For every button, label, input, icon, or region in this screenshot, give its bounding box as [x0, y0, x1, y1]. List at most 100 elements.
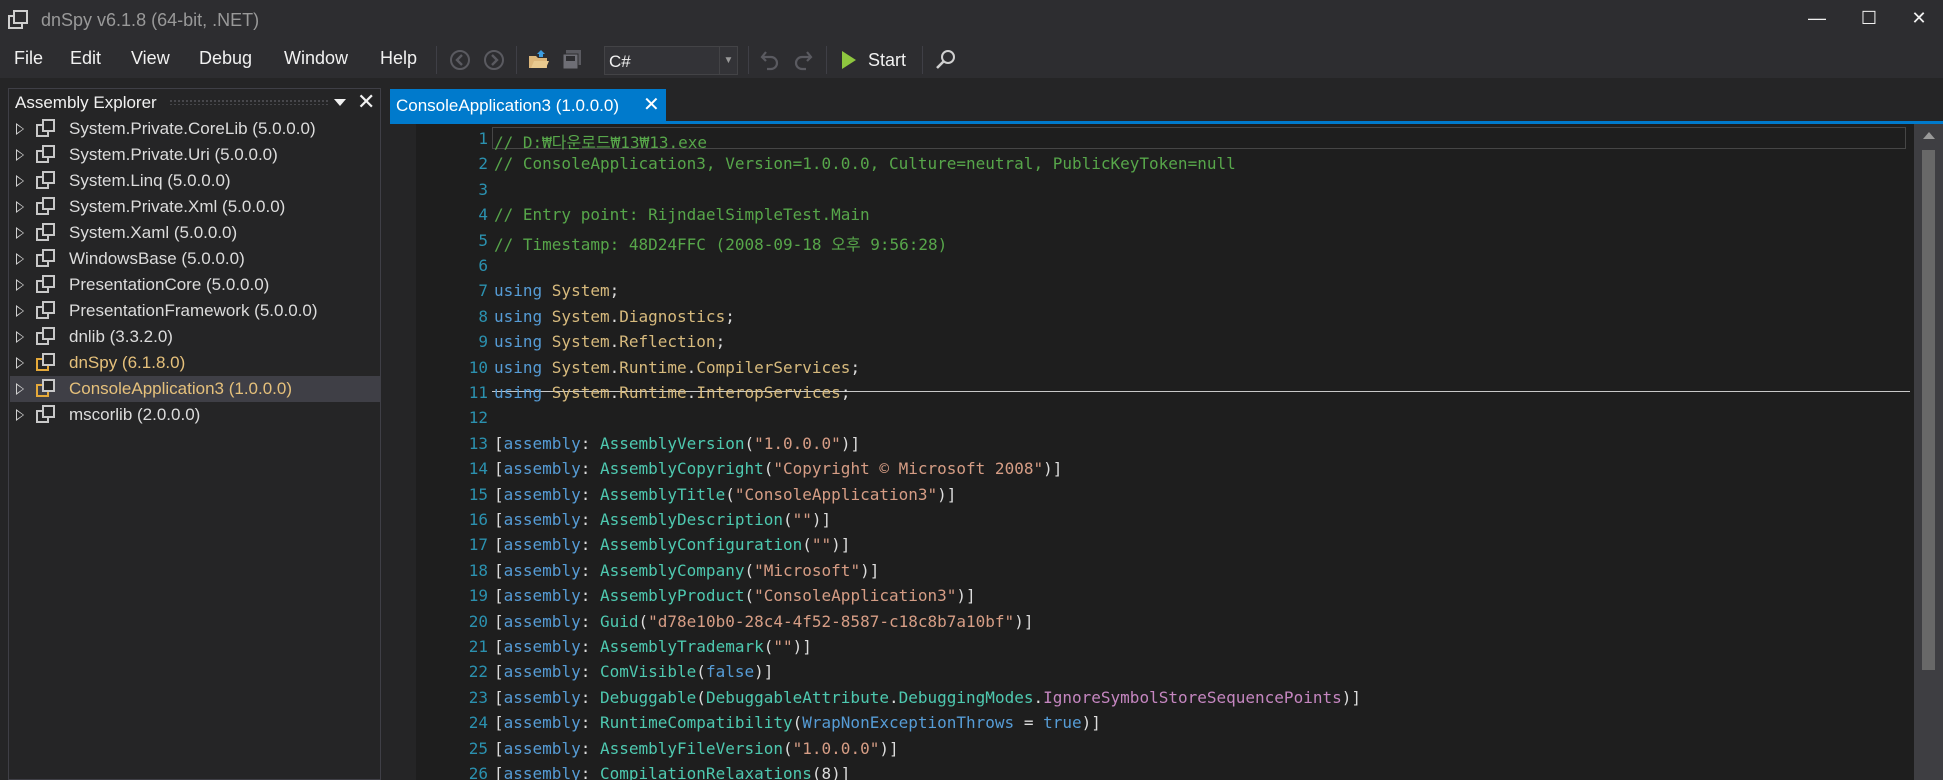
line-number: 21: [468, 637, 488, 656]
undo-icon[interactable]: [758, 48, 782, 72]
code-token: ;: [725, 307, 735, 326]
tree-item[interactable]: PresentationCore (5.0.0.0): [10, 272, 380, 298]
tree-item[interactable]: System.Private.CoreLib (5.0.0.0): [10, 116, 380, 142]
code-token: .: [686, 358, 697, 377]
tree-item[interactable]: PresentationFramework (5.0.0.0): [10, 298, 380, 324]
redo-icon[interactable]: [791, 48, 815, 72]
expand-arrow-icon[interactable]: [16, 305, 24, 317]
panel-menu-dropdown-icon[interactable]: [334, 99, 346, 106]
expand-arrow-icon[interactable]: [16, 123, 24, 135]
maximize-button[interactable]: ☐: [1843, 0, 1895, 36]
code-token: // Entry point: RijndaelSimpleTest.Main: [494, 205, 870, 224]
expand-arrow-icon[interactable]: [16, 201, 24, 213]
expand-arrow-icon[interactable]: [16, 409, 24, 421]
editor-vertical-scrollbar[interactable]: [1914, 124, 1943, 780]
code-token: (: [783, 739, 793, 758]
line-number: 7: [478, 281, 488, 300]
tree-item[interactable]: mscorlib (2.0.0.0): [10, 402, 380, 428]
code-token: "1.0.0.0": [754, 434, 841, 453]
code-token: System: [551, 307, 610, 326]
code-line: // ConsoleApplication3, Version=1.0.0.0,…: [494, 154, 1236, 173]
code-token: (: [725, 485, 735, 504]
menu-edit[interactable]: Edit: [70, 48, 101, 69]
code-line: // D:₩다운로드₩13₩13.exe: [494, 129, 707, 153]
tree-item-label: dnSpy (6.1.8.0): [69, 353, 186, 372]
chevron-down-icon[interactable]: ▼: [719, 47, 737, 74]
tree-item-label: System.Private.CoreLib (5.0.0.0): [69, 119, 316, 138]
tree-item[interactable]: WindowsBase (5.0.0.0): [10, 246, 380, 272]
expand-arrow-icon[interactable]: [16, 149, 24, 161]
scrollbar-thumb[interactable]: [1922, 150, 1935, 670]
line-number: 2: [478, 154, 488, 173]
code-token: assembly: [503, 510, 581, 529]
expand-arrow-icon[interactable]: [16, 331, 24, 343]
expand-arrow-icon[interactable]: [16, 357, 24, 369]
expand-arrow-icon[interactable]: [16, 253, 24, 265]
code-editor[interactable]: 1 // D:₩다운로드₩13₩13.exe 2 // ConsoleApplicat…: [390, 124, 1914, 780]
minimize-button[interactable]: —: [1791, 0, 1843, 36]
tree-item[interactable]: System.Private.Uri (5.0.0.0): [10, 142, 380, 168]
code-token: AssemblyCopyright: [599, 459, 764, 478]
panel-close-button[interactable]: ✕: [357, 89, 375, 115]
assembly-icon: [36, 405, 55, 423]
tree-item[interactable]: System.Private.Xml (5.0.0.0): [10, 194, 380, 220]
code-token: AssemblyCompany: [599, 561, 745, 580]
tree-item-label: PresentationCore (5.0.0.0): [69, 275, 270, 294]
line-number: 4: [478, 205, 488, 224]
line-number: 19: [468, 586, 488, 605]
expand-arrow-icon[interactable]: [16, 279, 24, 291]
tree-item[interactable]: System.Xaml (5.0.0.0): [10, 220, 380, 246]
tree-item-label: ConsoleApplication3 (1.0.0.0): [69, 379, 293, 398]
toolbar-separator: [922, 46, 923, 74]
scroll-up-arrow-icon[interactable]: [1923, 132, 1935, 139]
code-token: Diagnostics: [619, 307, 726, 326]
menu-view[interactable]: View: [131, 48, 170, 69]
code-token: [: [494, 434, 504, 453]
code-token: "": [811, 535, 832, 554]
menu-debug[interactable]: Debug: [199, 48, 252, 69]
code-token: RuntimeCompatibility: [599, 713, 793, 732]
code-token: :: [580, 688, 600, 707]
open-icon[interactable]: [527, 48, 551, 72]
start-debugging-button[interactable]: Start: [838, 45, 918, 75]
menu-help[interactable]: Help: [380, 48, 417, 69]
expand-arrow-icon[interactable]: [16, 383, 24, 395]
code-token: [: [494, 586, 504, 605]
code-token: System: [551, 281, 610, 300]
expand-arrow-icon[interactable]: [16, 227, 24, 239]
assembly-icon: [36, 223, 55, 241]
forward-icon[interactable]: [482, 48, 506, 72]
code-token: :: [580, 485, 600, 504]
code-token: using: [494, 281, 552, 300]
tree-item[interactable]: dnlib (3.3.2.0): [10, 324, 380, 350]
code-token: DebuggableAttribute: [705, 688, 889, 707]
language-select[interactable]: C# ▼: [604, 46, 738, 75]
code-token: // D:₩다운로드₩13₩13.exe: [494, 133, 708, 152]
code-token: (: [792, 713, 803, 732]
back-icon[interactable]: [448, 48, 472, 72]
tree-item[interactable]: ConsoleApplication3 (1.0.0.0): [10, 376, 380, 402]
language-value: C#: [609, 52, 631, 71]
document-tab-bar: ConsoleApplication3 (1.0.0.0) ✕: [390, 88, 1943, 122]
tab-close-button[interactable]: ✕: [643, 92, 660, 117]
code-token: )]: [1014, 612, 1034, 631]
code-token: [: [494, 637, 504, 656]
menu-window[interactable]: Window: [284, 48, 348, 69]
menu-file[interactable]: File: [14, 48, 43, 69]
code-token: Runtime: [619, 358, 687, 377]
code-token: "": [792, 510, 812, 529]
code-token: Runtime: [619, 383, 687, 402]
tree-item[interactable]: System.Linq (5.0.0.0): [10, 168, 380, 194]
code-token: )]: [879, 739, 899, 758]
code-token: CompilerServices: [696, 358, 851, 377]
panel-drag-grip[interactable]: [169, 99, 329, 105]
search-icon[interactable]: [934, 48, 958, 72]
save-all-icon[interactable]: [560, 48, 584, 72]
close-window-button[interactable]: ✕: [1893, 0, 1943, 36]
code-token: // Timestamp: 48D24FFC (2008-09-18 오후 9:…: [494, 235, 948, 254]
tree-item[interactable]: dnSpy (6.1.8.0): [10, 350, 380, 376]
expand-arrow-icon[interactable]: [16, 175, 24, 187]
assembly-icon: [36, 119, 55, 137]
code-token: :: [580, 561, 600, 580]
tab-consoleapplication3[interactable]: ConsoleApplication3 (1.0.0.0) ✕: [390, 89, 666, 122]
